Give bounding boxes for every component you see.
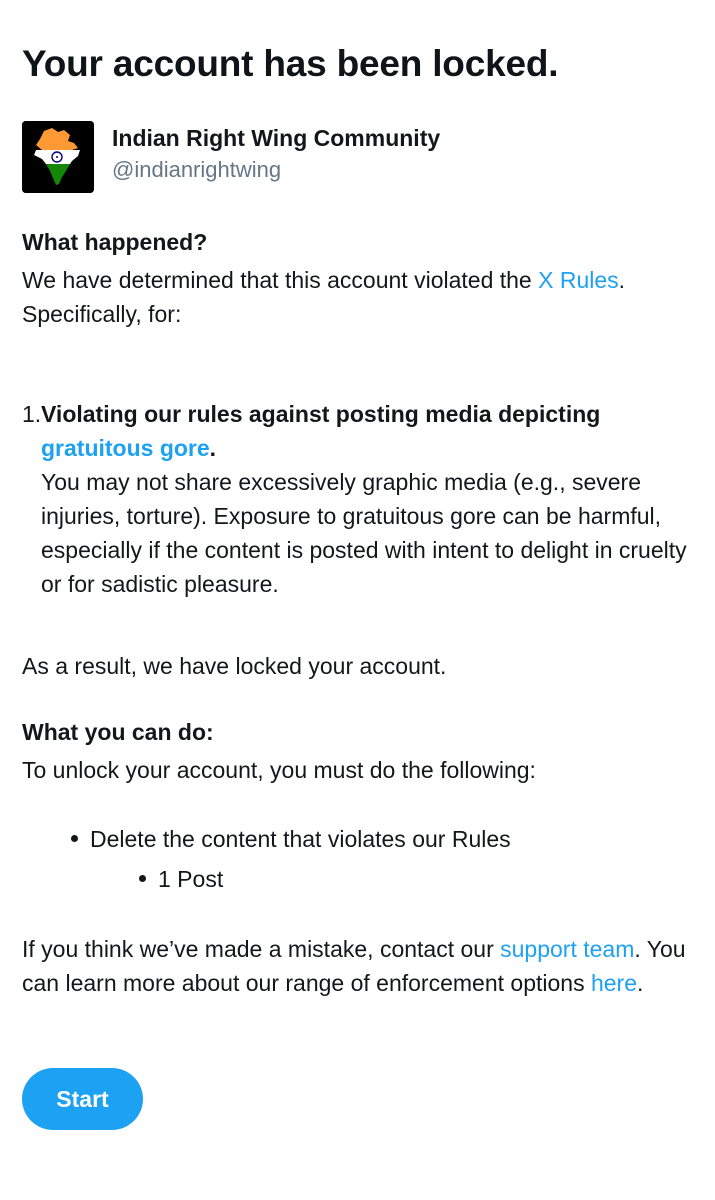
what-happened-text-start: We have determined that this account vio… — [22, 267, 539, 293]
violation-title: Violating our rules against posting medi… — [41, 397, 701, 465]
violation-title-period: . — [209, 435, 217, 461]
account-handle: @indianrightwing — [112, 157, 282, 182]
footer-text: If you think we’ve made a mistake, conta… — [22, 932, 698, 1000]
support-team-link[interactable]: support team — [500, 936, 634, 962]
footer-text-end: . — [637, 970, 644, 996]
bullet-icon — [139, 875, 146, 883]
what-you-can-do-heading: What you can do: — [22, 719, 214, 745]
account-name: Indian Right Wing Community — [112, 125, 441, 151]
violation-number: 1. — [22, 401, 42, 427]
violation-item: Violating our rules against posting medi… — [41, 397, 701, 601]
violation-description: You may not share excessively graphic me… — [41, 469, 687, 597]
violation-title-text: Violating our rules against posting medi… — [41, 401, 601, 427]
avatar — [22, 121, 94, 193]
list-item: Delete the content that violates our Rul… — [71, 822, 511, 856]
what-happened-text: We have determined that this account vio… — [22, 263, 698, 331]
account-card: Indian Right Wing Community @indianright… — [22, 121, 672, 193]
step-label: Delete the content that violates our Rul… — [90, 826, 511, 852]
enforcement-options-link[interactable]: here — [591, 970, 637, 996]
gratuitous-gore-link[interactable]: gratuitous gore — [41, 435, 210, 461]
x-rules-link[interactable]: X Rules — [538, 267, 619, 293]
list-item: 1 Post — [139, 862, 223, 896]
step-sub-item: 1 Post — [158, 866, 224, 892]
india-flag-map-icon — [22, 121, 94, 193]
what-happened-heading: What happened? — [22, 229, 208, 255]
result-text: As a result, we have locked your account… — [22, 653, 447, 679]
footer-text-start: If you think we’ve made a mistake, conta… — [22, 936, 501, 962]
what-you-can-do-text: To unlock your account, you must do the … — [22, 757, 536, 783]
start-button[interactable]: Start — [22, 1068, 143, 1130]
page-title: Your account has been locked. — [22, 43, 559, 84]
bullet-icon — [71, 835, 78, 843]
